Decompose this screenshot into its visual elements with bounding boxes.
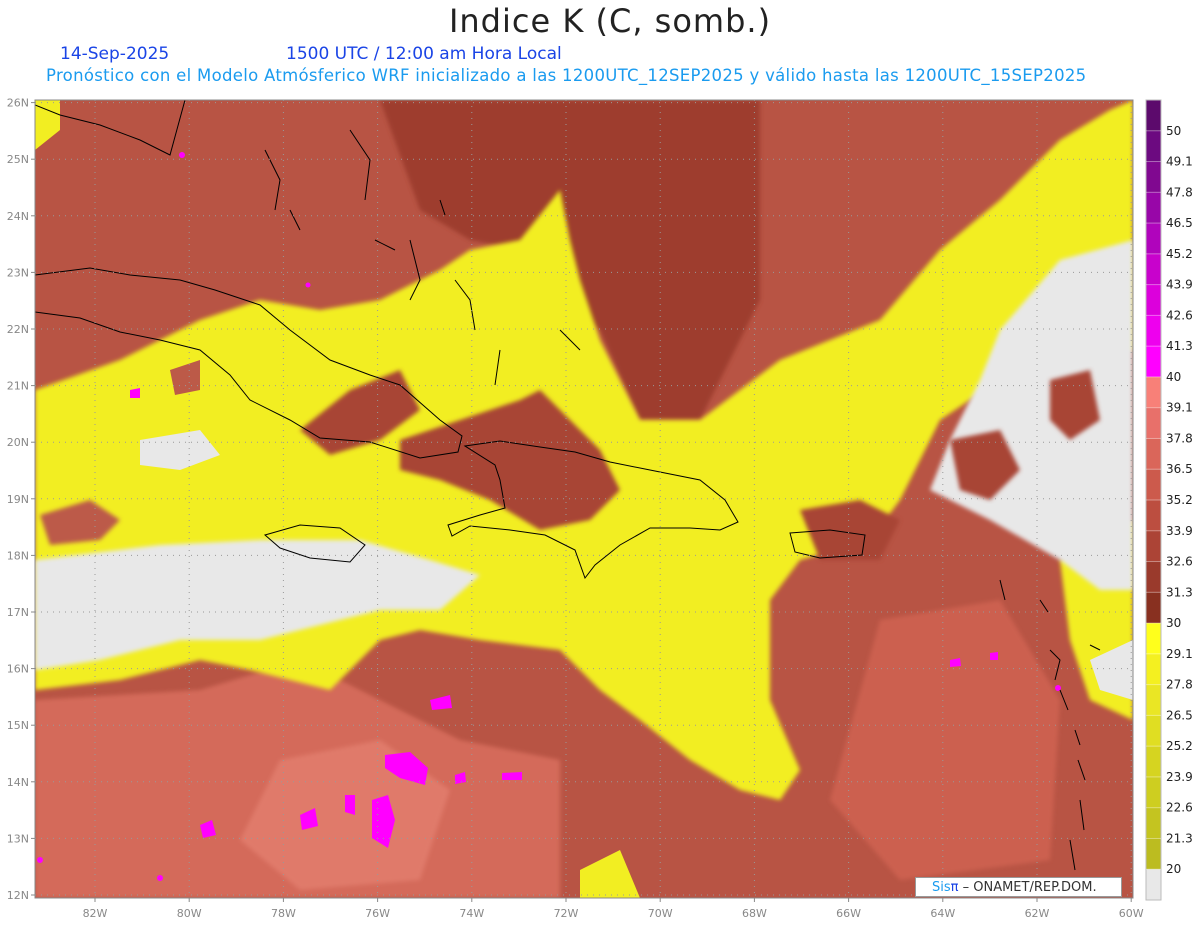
lon-tick-label: 74W [459,907,484,920]
colorbar-segment [1146,253,1161,286]
colorbar-segment [1146,869,1161,901]
colorbar-label: 25.2 [1166,739,1193,753]
colorbar-segment [1146,530,1161,563]
k-index-field [35,100,1133,898]
lat-tick-label: 14N [7,776,29,789]
colorbar-label: 35.2 [1166,493,1193,507]
lat-tick-label: 20N [7,436,29,449]
colorbar: 50 49.1 47.8 46.5 45.2 43.9 42.6 41.3 40 39.1 37.8… [1145,99,1193,901]
lon-tick-label: 66W [836,907,861,920]
colorbar-segment [1146,223,1161,255]
sispi-logo-text: Sis [932,880,951,895]
colorbar-label: 39.1 [1166,401,1193,415]
colorbar-segment [1146,407,1161,439]
lon-tick-label: 72W [554,907,579,920]
map-figure: 82W 80W 78W 76W 74W 72W 70W 68W 66W 64W 62W 60W 26N 2… [7,97,1193,920]
lon-tick-label: 70W [648,907,673,920]
lon-tick-label: 68W [742,907,767,920]
colorbar-segment [1146,715,1161,747]
lat-tick-label: 19N [7,493,29,506]
colorbar-label: 37.8 [1166,431,1193,445]
lon-tick-label: 62W [1025,907,1050,920]
colorbar-segment [1146,807,1161,839]
lat-tick-label: 21N [7,380,29,393]
colorbar-label: 40 [1166,370,1181,384]
colorbar-label: 36.5 [1166,462,1193,476]
colorbar-segment [1146,653,1161,686]
colorbar-label: 20 [1166,862,1181,876]
colorbar-label: 33.9 [1166,524,1193,538]
lon-tick-label: 78W [271,907,296,920]
lat-tick-label: 23N [7,266,29,279]
colorbar-segment [1146,438,1161,470]
lat-tick-label: 18N [7,549,29,562]
colorbar-segment [1146,315,1161,347]
colorbar-segment [1146,623,1161,655]
colorbar-segment [1146,161,1161,193]
colorbar-label: 46.5 [1166,216,1193,230]
colorbar-label: 42.6 [1166,308,1193,322]
lon-tick-label: 60W [1119,907,1144,920]
colorbar-segment [1146,684,1161,716]
colorbar-label: 31.3 [1166,585,1193,599]
colorbar-label: 23.9 [1166,770,1193,784]
lon-tick-label: 64W [930,907,955,920]
credit-box: Sisπ – ONAMET/REP.DOM. [915,877,1122,897]
lat-tick-label: 26N [7,97,29,110]
colorbar-segment [1146,500,1161,532]
colorbar-segment [1146,346,1161,378]
lat-tick-label: 15N [7,719,29,732]
colorbar-label: 47.8 [1166,185,1193,199]
colorbar-label: 21.3 [1166,831,1193,845]
colorbar-segment [1146,838,1161,870]
colorbar-segment [1146,592,1161,624]
colorbar-label: 49.1 [1166,155,1193,169]
colorbar-segment [1146,192,1161,224]
lat-tick-label: 25N [7,153,29,166]
colorbar-segment [1146,776,1161,809]
lat-tick-label: 13N [7,832,29,845]
colorbar-label: 50 [1166,124,1181,138]
colorbar-label: 29.1 [1166,647,1193,661]
colorbar-segment [1146,561,1161,593]
colorbar-segment [1146,469,1161,501]
colorbar-segment [1146,130,1161,163]
lat-tick-label: 17N [7,606,29,619]
lon-tick-label: 80W [177,907,202,920]
lat-tick-label: 16N [7,663,29,676]
colorbar-segment [1146,376,1161,409]
lat-tick-label: 12N [7,889,29,902]
colorbar-segment [1146,746,1161,778]
colorbar-label: 27.8 [1166,678,1193,692]
lat-tick-label: 24N [7,210,29,223]
lon-tick-label: 76W [365,907,390,920]
lon-tick-label: 82W [83,907,108,920]
colorbar-label: 43.9 [1166,278,1193,292]
colorbar-label: 26.5 [1166,708,1193,722]
colorbar-label: 45.2 [1166,247,1193,261]
colorbar-segment [1146,100,1161,132]
colorbar-label: 32.6 [1166,555,1193,569]
lat-tick-label: 22N [7,323,29,336]
colorbar-label: 30 [1166,616,1181,630]
credit-text: – ONAMET/REP.DOM. [958,880,1097,895]
colorbar-label: 22.6 [1166,801,1193,815]
colorbar-segment [1146,284,1161,316]
colorbar-label: 41.3 [1166,339,1193,353]
